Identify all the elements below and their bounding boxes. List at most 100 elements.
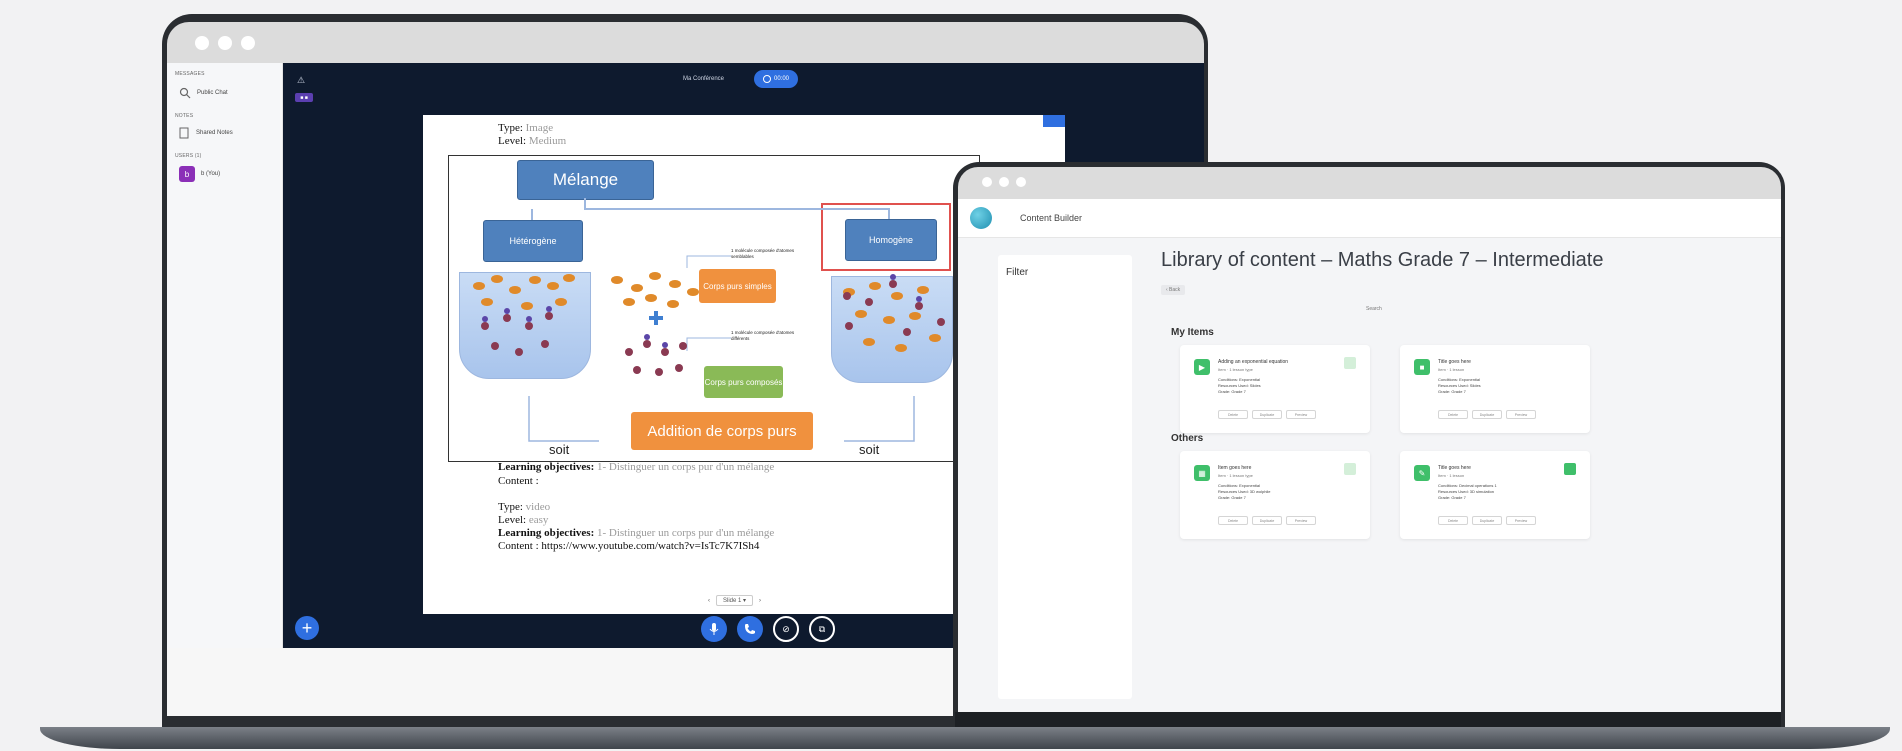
phone-button[interactable] (737, 616, 763, 642)
doc-type-label: Type: (498, 122, 523, 134)
slide-menu-button[interactable] (1043, 115, 1065, 127)
slide-selector[interactable]: Slide 1 ▾ (716, 595, 754, 606)
next-slide-button[interactable]: › (759, 598, 761, 604)
user-item[interactable]: b b (You) (179, 166, 220, 182)
prev-slide-button[interactable]: ‹ (708, 598, 710, 604)
delete-button[interactable]: Delete (1218, 410, 1248, 419)
messages-header: MESSAGES (175, 71, 205, 77)
delete-button[interactable]: Delete (1438, 410, 1468, 419)
doc-type2-line: Type: video (498, 501, 550, 513)
section-others: Others (1171, 433, 1204, 444)
doc-level2-line: Level: easy (498, 514, 548, 526)
record-label: 00:00 (773, 76, 789, 82)
screen-share-icon: ⧉ (818, 623, 826, 634)
window2-dot[interactable] (1016, 177, 1026, 187)
card-line: Conditions: Decimal operations 1 (1438, 483, 1497, 488)
window-dot[interactable] (218, 36, 232, 50)
microphone-icon (709, 623, 719, 635)
content-card[interactable]: ✎ Title goes here Item · 1 lesson Condit… (1400, 451, 1590, 539)
melange-diagram: Mélange Hétérogène Homogène 1 molécule c… (448, 155, 980, 462)
preview-button[interactable]: Preview (1286, 516, 1316, 525)
preview-button[interactable]: Preview (1506, 410, 1536, 419)
doc-type-line: Type: Image (498, 122, 553, 134)
item-type-icon: ■ (1414, 359, 1430, 375)
card-subtitle: Item · 1 lesson (1438, 473, 1465, 478)
card-title: Adding an exponential equation (1218, 359, 1289, 365)
card-line: Resources Used: Slides (1438, 383, 1481, 388)
microphone-button[interactable] (701, 616, 727, 642)
status-badge (1564, 463, 1576, 475)
window2-dot[interactable] (982, 177, 992, 187)
content-card[interactable]: ▶ Adding an exponential equation Item · … (1180, 345, 1370, 433)
record-icon (762, 75, 771, 83)
item-type-icon: ▦ (1194, 465, 1210, 481)
users-header: USERS (1) (175, 153, 202, 159)
doc-lo2-value: 1- Distinguer un corps pur d'un mélange (596, 527, 775, 539)
doc-level2-value: easy (528, 514, 549, 526)
laptop2-bezel-bottom (955, 712, 1781, 727)
search-label[interactable]: Search (1366, 306, 1382, 312)
note-icon (179, 127, 189, 139)
filter-label: Filter (1006, 267, 1029, 278)
card-line: Resources Used: Slides (1218, 383, 1261, 388)
public-chat-item[interactable]: Public Chat (179, 87, 228, 99)
addition-box: Addition de corps purs (631, 412, 813, 450)
doc-level-label: Level: (498, 135, 527, 147)
shared-notes-item[interactable]: Shared Notes (179, 127, 233, 139)
status-badge: ■ ■ (295, 93, 313, 102)
card-subtitle: Item · 1 lesson type (1218, 367, 1253, 372)
doc-lo-value: 1- Distinguer un corps pur d'un mélange (596, 461, 775, 473)
corps-composes-box: Corps purs composés (704, 366, 783, 398)
app-header: Content Builder (958, 199, 1781, 238)
back-button[interactable]: ‹ Back (1161, 285, 1186, 295)
card-line: Grade: Grade 7 (1218, 389, 1246, 394)
meeting-sidebar: MESSAGES Public Chat NOTES Shared Notes … (167, 63, 283, 716)
camera-off-icon: ⊘ (782, 623, 790, 634)
laptop2-screen: Content Builder Filter Library of conten… (958, 167, 1781, 712)
doc-type-value: Image (525, 122, 554, 134)
window2-dot[interactable] (999, 177, 1009, 187)
status-badge (1344, 463, 1356, 475)
add-button[interactable]: + (295, 616, 319, 640)
content-card[interactable]: ■ Title goes here Item · 1 lesson Condit… (1400, 345, 1590, 433)
doc-content2: Content : https://www.youtube.com/watch?… (498, 540, 760, 552)
doc-lo2-line: Learning objectives: 1- Distinguer un co… (498, 527, 774, 539)
section-my-items: My Items (1171, 327, 1214, 338)
window-dot[interactable] (195, 36, 209, 50)
soit-left-label: soit (549, 442, 570, 457)
content-card[interactable]: ▦ Item goes here Item · 1 lesson type Co… (1180, 451, 1370, 539)
preview-button[interactable]: Preview (1286, 410, 1316, 419)
item-type-icon: ▶ (1194, 359, 1210, 375)
doc-level-line: Level: Medium (498, 135, 566, 147)
search-icon (179, 87, 191, 99)
slide-navigation: ‹ Slide 1 ▾ › (708, 595, 761, 606)
delete-button[interactable]: Delete (1438, 516, 1468, 525)
screen-share-button[interactable]: ⧉ (809, 616, 835, 642)
record-button[interactable]: 00:00 (754, 70, 798, 88)
doc-level-value: Medium (528, 135, 567, 147)
page-title: Library of content – Maths Grade 7 – Int… (1161, 249, 1604, 271)
preview-button[interactable]: Preview (1506, 516, 1536, 525)
duplicate-button[interactable]: Duplicate (1472, 516, 1502, 525)
filter-panel: Filter (998, 255, 1132, 699)
doc-type2-value: video (525, 501, 551, 513)
doc-content-label: Content : (498, 475, 539, 487)
window-dot[interactable] (241, 36, 255, 50)
doc-lo2-label: Learning objectives: (498, 527, 595, 539)
duplicate-button[interactable]: Duplicate (1472, 410, 1502, 419)
delete-button[interactable]: Delete (1218, 516, 1248, 525)
card-subtitle: Item · 1 lesson (1438, 367, 1465, 372)
camera-button[interactable]: ⊘ (773, 616, 799, 642)
brand-logo-icon[interactable] (970, 207, 992, 229)
alert-icon[interactable]: ⚠ (297, 75, 305, 86)
status-badge (1344, 357, 1356, 369)
note-atoms-similar: 1 molécule composée d'atomes semblables (731, 248, 795, 259)
brand-name: Content Builder (1020, 213, 1083, 223)
notes-header: NOTES (175, 113, 194, 119)
card-subtitle: Item · 1 lesson type (1218, 473, 1253, 478)
duplicate-button[interactable]: Duplicate (1252, 410, 1282, 419)
duplicate-button[interactable]: Duplicate (1252, 516, 1282, 525)
card-title: Title goes here (1438, 359, 1471, 365)
public-chat-label: Public Chat (197, 90, 228, 96)
card-line: Resources Used: 3D simulation (1438, 489, 1495, 494)
